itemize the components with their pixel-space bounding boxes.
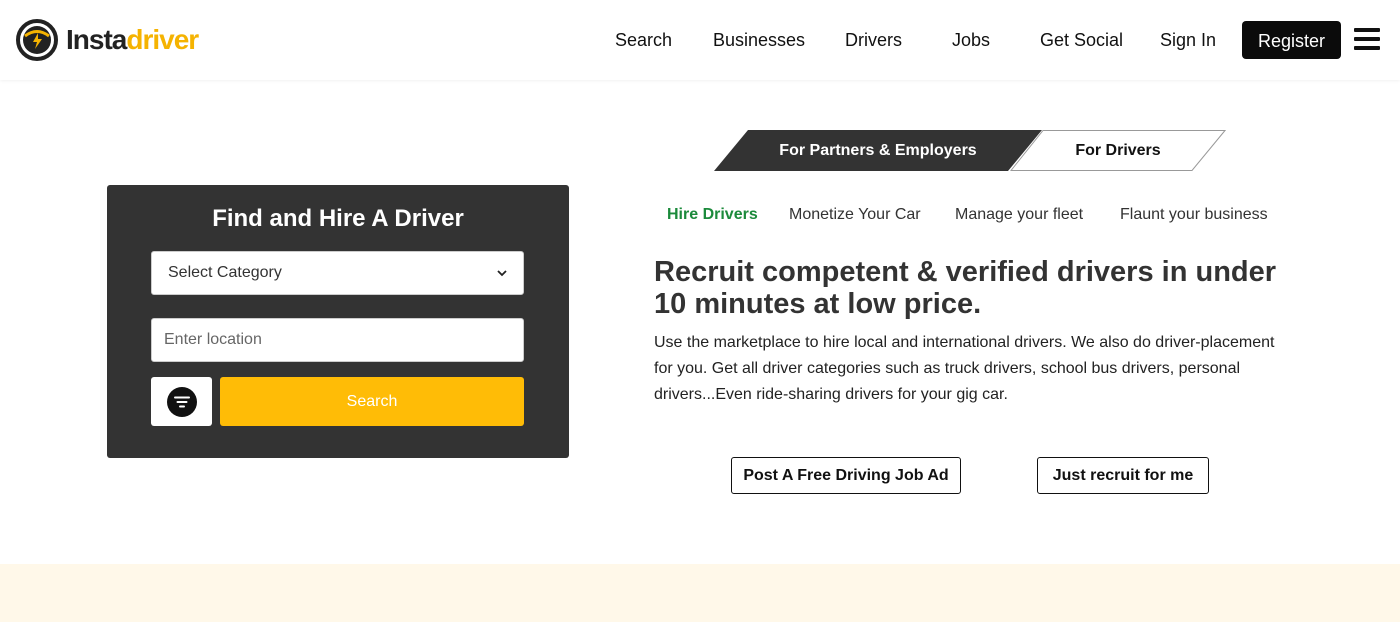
tab-partners-employers[interactable]: For Partners & Employers: [714, 130, 1042, 171]
hero-description: Use the marketplace to hire local and in…: [654, 334, 1275, 403]
location-input[interactable]: [151, 318, 524, 362]
filter-button[interactable]: [151, 377, 212, 426]
hamburger-icon[interactable]: [1354, 28, 1380, 52]
hero-headline: Recruit competent & verified drivers in …: [654, 256, 1277, 320]
chevron-down-icon: [497, 270, 507, 277]
register-button[interactable]: Register: [1242, 21, 1341, 59]
site-header: Instadriver Search Businesses Drivers Jo…: [0, 0, 1400, 80]
find-driver-card: Find and Hire A Driver Select Category S…: [107, 185, 569, 458]
filter-icon: [166, 386, 197, 417]
search-button[interactable]: Search: [220, 377, 524, 426]
category-select[interactable]: Select Category: [151, 251, 524, 295]
nav-search[interactable]: Search: [615, 28, 672, 52]
card-title: Find and Hire A Driver: [212, 205, 464, 232]
hamburger-line: [1354, 46, 1380, 50]
subtab-hire-drivers[interactable]: Hire Drivers: [667, 205, 758, 225]
tab-for-drivers[interactable]: For Drivers: [1010, 130, 1226, 171]
post-job-ad-button[interactable]: Post A Free Driving Job Ad: [731, 457, 961, 494]
category-select-value: Select Category: [168, 264, 282, 281]
nav-sign-in[interactable]: Sign In: [1160, 28, 1216, 52]
tab-partners-label: For Partners & Employers: [779, 141, 977, 159]
hamburger-line: [1354, 28, 1380, 32]
main-nav: Search Businesses Drivers Jobs Get Socia…: [0, 0, 1400, 80]
nav-jobs[interactable]: Jobs: [952, 28, 990, 52]
subtab-manage-fleet[interactable]: Manage your fleet: [955, 205, 1083, 225]
subtab-flaunt-business[interactable]: Flaunt your business: [1120, 205, 1268, 225]
audience-tabs: For Partners & Employers For Drivers: [714, 130, 1226, 171]
nav-get-social[interactable]: Get Social: [1040, 28, 1123, 52]
nav-businesses[interactable]: Businesses: [713, 28, 805, 52]
hamburger-line: [1354, 37, 1380, 41]
subtab-monetize-car[interactable]: Monetize Your Car: [789, 205, 921, 225]
next-section-band: [0, 564, 1400, 622]
recruit-for-me-button[interactable]: Just recruit for me: [1037, 457, 1209, 494]
nav-drivers[interactable]: Drivers: [845, 28, 902, 52]
tab-drivers-label: For Drivers: [1075, 141, 1161, 159]
